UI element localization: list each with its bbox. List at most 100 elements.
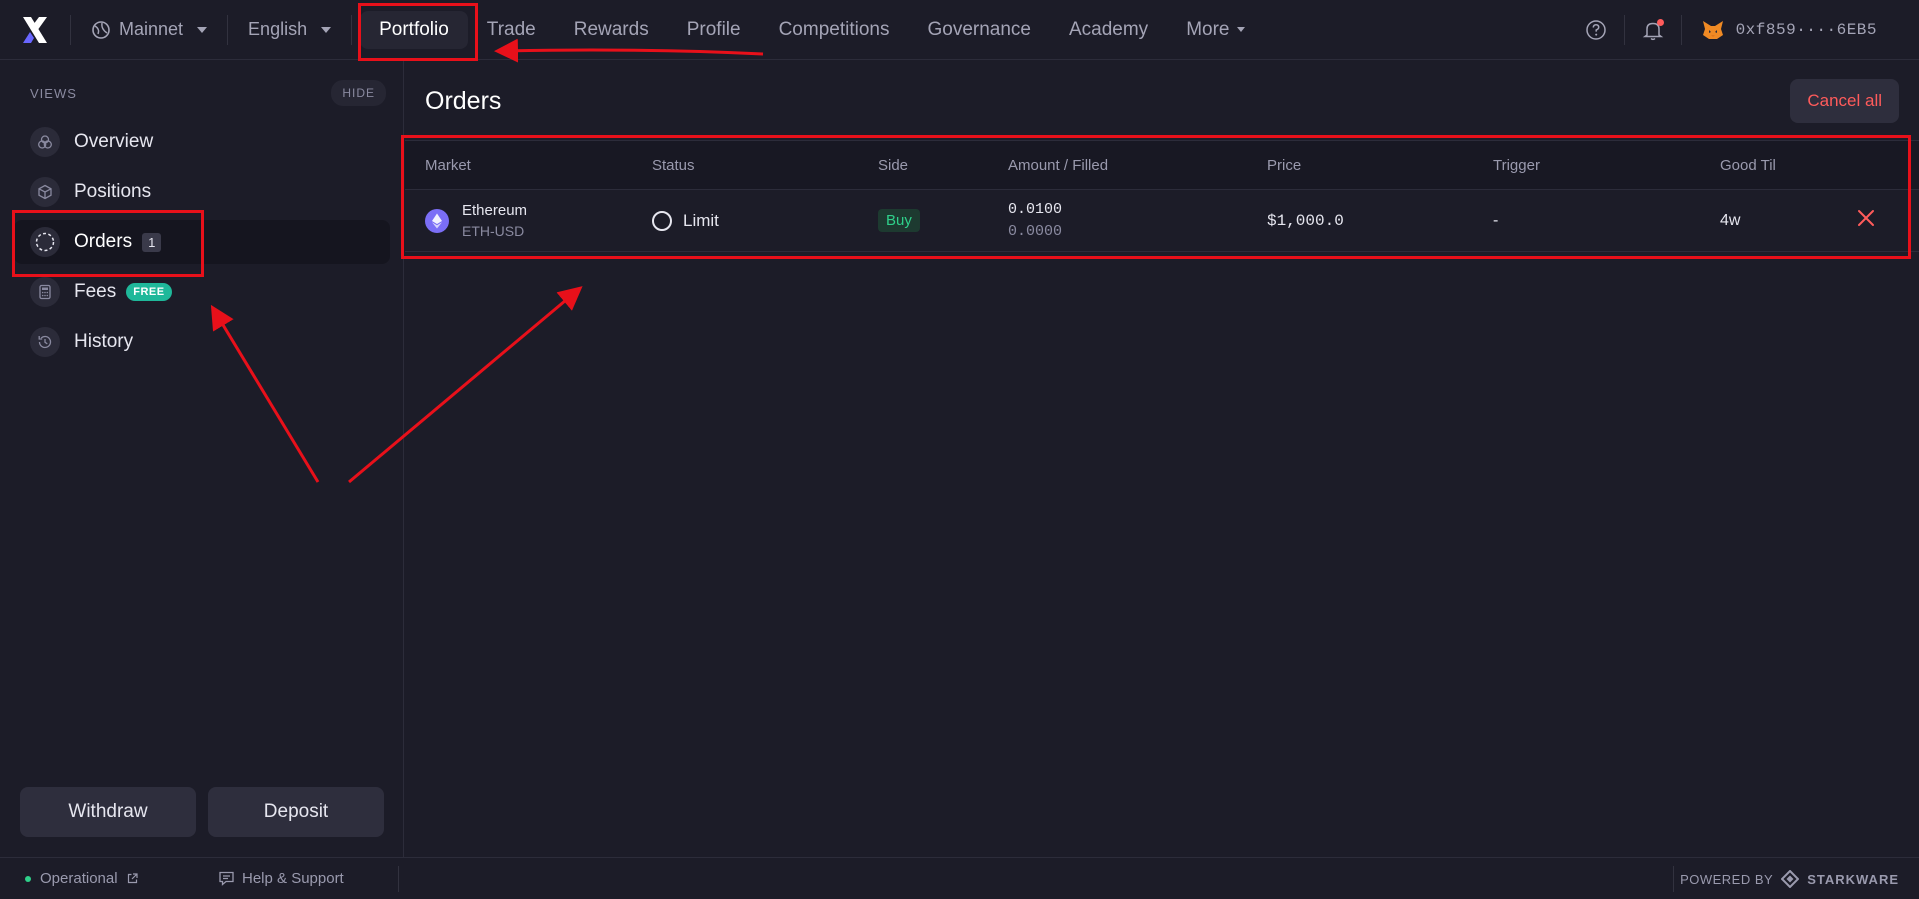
- nav-governance[interactable]: Governance: [908, 11, 1050, 49]
- nav-portfolio[interactable]: Portfolio: [360, 10, 468, 49]
- views-label: VIEWS: [30, 85, 77, 101]
- divider: [351, 14, 353, 45]
- market-name: Ethereum: [462, 202, 528, 219]
- wallet-button[interactable]: 0xf859····6EB5: [1682, 0, 1919, 60]
- column-header-market[interactable]: Market: [425, 157, 471, 174]
- column-header-price[interactable]: Price: [1267, 157, 1301, 174]
- external-link-icon: [127, 873, 138, 884]
- cube-icon: [30, 177, 60, 207]
- market-cell: Ethereum ETH-USD: [425, 202, 527, 239]
- overview-icon: [30, 127, 60, 157]
- sidebar: VIEWS HIDE Overview Positions Orders 1 F…: [0, 60, 404, 857]
- help-text: Help & Support: [242, 870, 344, 887]
- amount-filled-cell: 0.0100 0.0000: [1008, 201, 1062, 240]
- status-dot: [25, 875, 31, 882]
- status-link[interactable]: Operational: [0, 870, 212, 887]
- open-order-circle-icon: [652, 210, 672, 231]
- nav-competitions[interactable]: Competitions: [760, 11, 909, 49]
- views-list: Overview Positions Orders 1 Fees FREE Hi…: [14, 120, 390, 370]
- column-header-status[interactable]: Status: [652, 157, 695, 174]
- sidebar-item-overview[interactable]: Overview: [14, 120, 390, 164]
- table-row[interactable]: Ethereum ETH-USD Limit Buy 0.0100 0.0000…: [405, 190, 1919, 252]
- divider: [398, 865, 399, 892]
- order-amount: 0.0100: [1008, 201, 1063, 218]
- metamask-fox-icon: [1702, 21, 1723, 39]
- dashed-circle-icon: [30, 227, 60, 257]
- powered-by-label: POWERED BY: [1680, 871, 1774, 887]
- orders-table: Market Status Side Amount / Filled Price…: [405, 140, 1919, 252]
- sidebar-item-fees[interactable]: Fees FREE: [14, 270, 390, 314]
- hide-sidebar-button[interactable]: HIDE: [331, 80, 386, 106]
- footer: Operational Help & Support POWERED BY ST…: [0, 857, 1919, 899]
- order-price: $1,000.0: [1267, 211, 1344, 230]
- status-text: Operational: [40, 870, 118, 887]
- sidebar-item-label: Orders: [74, 231, 133, 252]
- divider: [1673, 866, 1674, 892]
- column-header-side[interactable]: Side: [878, 157, 908, 174]
- sidebar-item-history[interactable]: History: [14, 320, 390, 364]
- order-good-til: 4w: [1720, 211, 1741, 229]
- language-label: English: [248, 19, 308, 39]
- dydx-logo-icon: [23, 16, 47, 43]
- chevron-down-icon: [197, 26, 208, 33]
- ethereum-icon: [425, 208, 449, 233]
- market-text: Ethereum ETH-USD: [462, 202, 527, 239]
- cancel-order-button[interactable]: [1857, 209, 1875, 232]
- nav-rewards[interactable]: Rewards: [555, 11, 668, 49]
- sidebar-item-orders[interactable]: Orders 1: [14, 220, 390, 264]
- status-cell: Limit: [652, 210, 719, 231]
- column-header-good-til[interactable]: Good Til: [1720, 157, 1776, 174]
- order-type: Limit: [683, 210, 719, 230]
- fees-free-badge: FREE: [126, 283, 172, 301]
- sidebar-item-label: Fees: [74, 281, 117, 302]
- column-header-amount-filled[interactable]: Amount / Filled: [1008, 157, 1108, 174]
- calculator-icon: [30, 277, 60, 307]
- top-navigation-bar: Mainnet English Portfolio Trade Rewards …: [0, 0, 1919, 60]
- network-selector[interactable]: Mainnet: [71, 0, 227, 60]
- sidebar-item-label: Overview: [74, 131, 154, 152]
- nav-more-label: More: [1186, 18, 1230, 40]
- withdraw-button[interactable]: Withdraw: [20, 787, 196, 837]
- market-symbol: ETH-USD: [462, 223, 525, 239]
- deposit-button[interactable]: Deposit: [208, 787, 384, 837]
- main-nav: Portfolio Trade Rewards Profile Competit…: [360, 0, 1264, 60]
- language-selector[interactable]: English: [228, 0, 351, 60]
- clock-history-icon: [30, 327, 60, 357]
- powered-by-starkware[interactable]: POWERED BY STARKWARE: [1680, 858, 1899, 899]
- notification-dot: [1656, 19, 1664, 26]
- sidebar-actions: Withdraw Deposit: [20, 787, 384, 837]
- topbar-right: 0xf859····6EB5: [1568, 0, 1919, 60]
- order-trigger: -: [1493, 211, 1499, 229]
- side-cell: Buy: [878, 208, 920, 232]
- sidebar-item-label: Positions: [74, 181, 152, 202]
- dydx-logo[interactable]: [0, 0, 70, 60]
- chevron-down-icon: [321, 26, 332, 33]
- close-icon: [1858, 210, 1874, 226]
- starkware-logo-icon: [1781, 870, 1800, 888]
- network-label: Mainnet: [119, 19, 184, 39]
- page-title: Orders: [425, 87, 502, 115]
- nav-academy[interactable]: Academy: [1050, 11, 1167, 49]
- side-badge: Buy: [878, 208, 920, 232]
- nav-profile[interactable]: Profile: [668, 11, 760, 49]
- notifications-button[interactable]: [1625, 0, 1681, 60]
- views-header: VIEWS HIDE: [30, 80, 386, 106]
- column-header-trigger[interactable]: Trigger: [1493, 157, 1540, 174]
- order-filled: 0.0000: [1008, 223, 1063, 240]
- help-button[interactable]: [1568, 0, 1624, 60]
- question-circle-icon: [1585, 20, 1606, 40]
- nav-more[interactable]: More: [1167, 11, 1264, 49]
- wallet-address: 0xf859····6EB5: [1735, 21, 1877, 39]
- chat-bubble-icon: [219, 871, 234, 886]
- orders-panel: Orders Cancel all Market Status Side Amo…: [405, 60, 1919, 857]
- sidebar-item-positions[interactable]: Positions: [14, 170, 390, 214]
- table-header: Market Status Side Amount / Filled Price…: [405, 140, 1919, 190]
- globe-icon: [92, 20, 110, 39]
- cancel-all-button[interactable]: Cancel all: [1790, 79, 1899, 123]
- starkware-brand: STARKWARE: [1807, 871, 1899, 887]
- nav-trade[interactable]: Trade: [468, 11, 555, 49]
- chevron-down-icon: [1237, 27, 1246, 32]
- sidebar-item-label: History: [74, 331, 134, 352]
- help-support-link[interactable]: Help & Support: [212, 870, 398, 887]
- orders-count-badge: 1: [142, 232, 162, 252]
